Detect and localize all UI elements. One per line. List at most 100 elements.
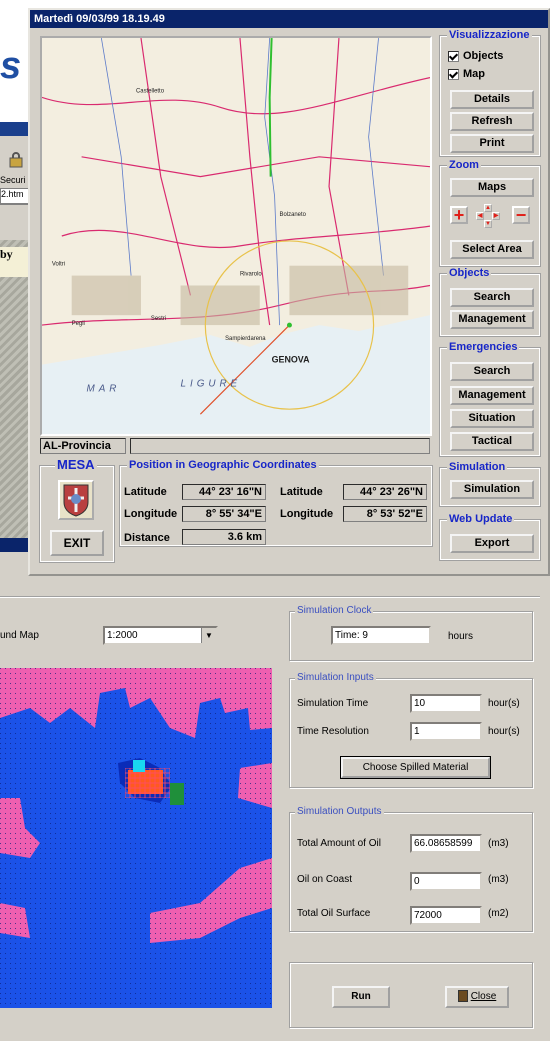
objects-search-button[interactable]: Search	[450, 288, 534, 307]
objects-checkbox-label: Objects	[463, 50, 504, 62]
pan-right-icon[interactable]: ▶	[492, 212, 500, 220]
chevron-down-icon[interactable]: ▼	[201, 628, 216, 643]
simulation-clock-title: Simulation Clock	[295, 605, 374, 616]
latitude-2-label: Latitude	[280, 486, 323, 498]
run-button[interactable]: Run	[332, 986, 390, 1008]
total-oil-surface-label: Total Oil Surface	[297, 908, 371, 919]
refresh-button[interactable]: Refresh	[450, 112, 534, 131]
longitude-1-value: 8° 55' 34"E	[182, 506, 266, 522]
oil-on-coast-field[interactable]: 0	[410, 872, 482, 891]
background-toolbar-label: Securi	[0, 175, 26, 185]
map-label-ligure: LIGURE	[181, 378, 242, 389]
status-message-field	[130, 438, 430, 454]
total-oil-field[interactable]: 66.08658599	[410, 834, 482, 853]
zoom-title: Zoom	[447, 159, 481, 171]
simulation-time-input[interactable]: 10	[410, 694, 482, 713]
map-label-sestri: Sestri	[151, 316, 166, 322]
pan-control[interactable]: ▲ ◀ ▶ ▼	[476, 204, 500, 228]
oil-spill-map[interactable]	[0, 668, 272, 1008]
objects-management-button[interactable]: Management	[450, 310, 534, 329]
map-check-box[interactable]	[448, 68, 459, 80]
zoom-in-button[interactable]: +	[450, 206, 468, 224]
position-title: Position in Geographic Coordinates	[127, 459, 319, 471]
background-address-bar[interactable]: 2.htm	[0, 188, 30, 204]
distance-label: Distance	[124, 532, 170, 544]
door-icon	[457, 990, 468, 1003]
map-label-sampierdarena: Sampierdarena	[225, 336, 266, 342]
objects-title: Objects	[447, 267, 492, 279]
time-resolution-unit: hour(s)	[488, 726, 520, 737]
map-label-voltri: Voltri	[52, 262, 65, 268]
region-field: AL-Provincia	[40, 438, 126, 454]
details-button[interactable]: Details	[450, 90, 534, 109]
choose-spilled-material-button[interactable]: Choose Spilled Material	[340, 756, 491, 779]
scale-select[interactable]: 1:2000 ▼	[103, 626, 218, 645]
longitude-2-label: Longitude	[280, 508, 334, 520]
simulation-clock-field[interactable]: Time: 9	[331, 626, 431, 645]
pan-down-icon[interactable]: ▼	[484, 220, 492, 228]
simulation-button[interactable]: Simulation	[450, 480, 534, 499]
close-button[interactable]: Close	[445, 986, 509, 1008]
time-resolution-input[interactable]: 1	[410, 722, 482, 741]
mesa-main-window: Martedì 09/03/99 18.19.49 GENOVA MAR LIG…	[28, 8, 550, 576]
simulation-title: Simulation	[447, 461, 508, 473]
background-text-fragment: by	[0, 247, 30, 277]
export-button[interactable]: Export	[450, 534, 534, 553]
pan-up-icon[interactable]: ▲	[484, 204, 492, 212]
security-icon	[9, 152, 23, 168]
city-map[interactable]: GENOVA MAR LIGURE Castelletto Pegli Sest…	[40, 36, 432, 436]
time-resolution-label: Time Resolution	[297, 726, 369, 737]
zoom-out-button[interactable]: −	[512, 206, 530, 224]
map-label-genova: GENOVA	[272, 355, 310, 365]
mesa-title: MESA	[55, 457, 97, 472]
background-map-label: und Map	[0, 630, 39, 641]
objects-check-box[interactable]	[448, 50, 459, 62]
total-oil-label: Total Amount of Oil	[297, 838, 381, 849]
simulation-outputs-title: Simulation Outputs	[295, 806, 384, 817]
emergencies-search-button[interactable]: Search	[450, 362, 534, 381]
simulation-clock-unit: hours	[448, 631, 474, 642]
visualizzazione-title: Visualizzazione	[447, 29, 532, 41]
map-label-castelletto: Castelletto	[136, 88, 165, 94]
total-oil-unit: (m3)	[488, 838, 509, 849]
close-button-label: Close	[470, 991, 497, 1002]
map-label-bolzaneto: Bolzaneto	[280, 212, 307, 218]
position-marker	[286, 322, 292, 328]
print-button[interactable]: Print	[450, 134, 534, 153]
latitude-1-label: Latitude	[124, 486, 167, 498]
exit-button[interactable]: EXIT	[50, 530, 104, 556]
select-area-button[interactable]: Select Area	[450, 240, 534, 259]
window-title: Martedì 09/03/99 18.19.49	[30, 10, 548, 28]
map-checkbox-label: Map	[463, 68, 485, 80]
background-menubar	[0, 122, 30, 136]
distance-value: 3.6 km	[182, 529, 266, 545]
latitude-1-value: 44° 23' 16"N	[182, 484, 266, 500]
background-logo-fragment: s	[0, 45, 22, 87]
background-taskbar	[0, 538, 30, 552]
latitude-2-value: 44° 23' 26"N	[343, 484, 427, 500]
oil-on-coast-label: Oil on Coast	[297, 874, 353, 885]
map-checkbox[interactable]: Map	[448, 68, 485, 80]
situation-button[interactable]: Situation	[450, 409, 534, 428]
objects-checkbox[interactable]: Objects	[448, 50, 503, 62]
oil-on-coast-unit: (m3)	[488, 874, 509, 885]
background-image-strip	[0, 240, 30, 540]
simulation-inputs-title: Simulation Inputs	[295, 672, 376, 683]
simulation-time-unit: hour(s)	[488, 698, 520, 709]
pan-left-icon[interactable]: ◀	[476, 212, 484, 220]
emergencies-title: Emergencies	[447, 341, 520, 353]
tactical-button[interactable]: Tactical	[450, 432, 534, 451]
total-oil-surface-unit: (m2)	[488, 908, 509, 919]
simulation-time-label: Simulation Time	[297, 698, 369, 709]
map-label-pegli: Pegli	[72, 321, 85, 327]
web-update-title: Web Update	[447, 513, 515, 525]
longitude-1-label: Longitude	[124, 508, 178, 520]
maps-button[interactable]: Maps	[450, 178, 534, 197]
map-label-rivarolo: Rivarolo	[240, 272, 262, 278]
total-oil-surface-field[interactable]: 72000	[410, 906, 482, 925]
region-crest-icon	[58, 480, 94, 520]
emergencies-management-button[interactable]: Management	[450, 386, 534, 405]
longitude-2-value: 8° 53' 52"E	[343, 506, 427, 522]
simulation-window-top-panel	[0, 576, 540, 597]
scale-select-value: 1:2000	[107, 630, 138, 641]
